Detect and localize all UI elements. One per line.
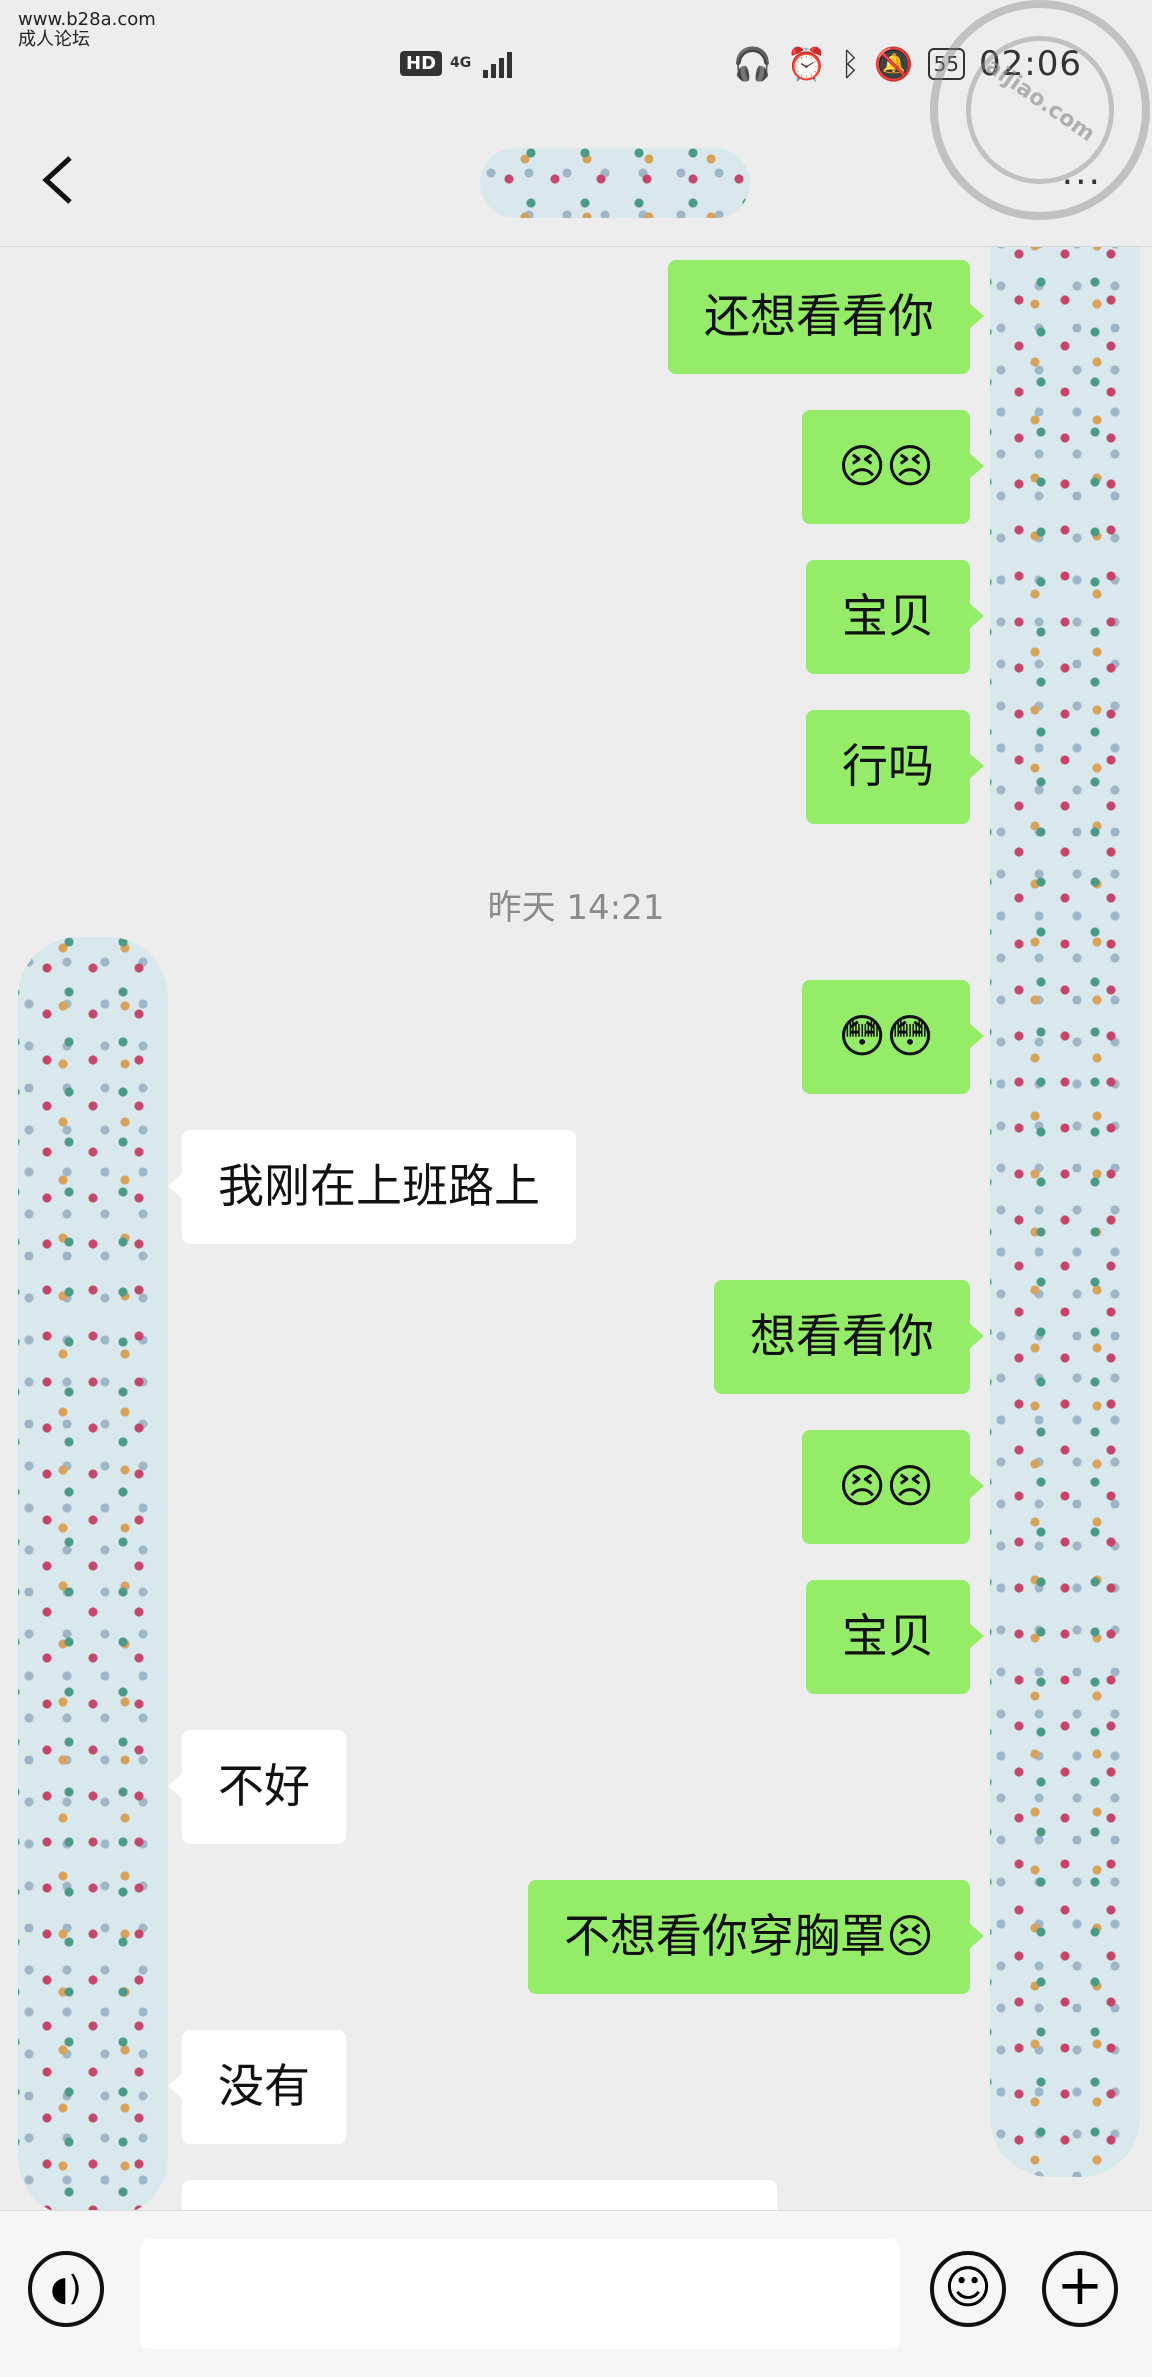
hd-badge: HD <box>400 50 443 76</box>
message-bubble[interactable]: 没有 <box>168 2030 346 2144</box>
plus-icon[interactable]: + <box>1042 2251 1118 2327</box>
message-bubble[interactable]: 我刚在上班路上 <box>168 1130 576 1244</box>
message-bubble[interactable]: 😣😣 <box>802 410 984 524</box>
voice-icon[interactable]: ◖) <box>28 2251 104 2327</box>
alarm-icon: ⏰ <box>786 45 827 83</box>
time-divider: 昨天 14:21 <box>487 888 665 928</box>
network-label: 4G <box>450 55 472 71</box>
headphones-icon: 🎧 <box>732 45 773 83</box>
back-button[interactable] <box>32 150 92 210</box>
message-bubble-partial[interactable] <box>182 2180 777 2210</box>
avatar-column-redacted <box>18 937 168 2210</box>
bluetooth-icon: ᛒ <box>840 45 860 83</box>
message-list[interactable]: 还想看看你 😣😣 宝贝 行吗 昨天 14:21 😳😳 我刚在上班路上 想看看你 … <box>0 247 1152 2210</box>
contact-name-redacted <box>480 148 750 218</box>
message-bubble[interactable]: 宝贝 <box>806 1580 984 1694</box>
watermark-caption: 成人论坛 <box>18 29 90 50</box>
watermark-site: www.b28a.com 成人论坛 <box>18 10 156 50</box>
emoji-icon[interactable]: ☺ <box>930 2251 1006 2327</box>
mute-icon: 🔕 <box>873 45 914 83</box>
watermark-url: www.b28a.com <box>18 9 156 30</box>
message-input[interactable] <box>140 2239 900 2349</box>
message-bubble[interactable]: 不想看你穿胸罩😣 <box>528 1880 984 1994</box>
message-bubble[interactable]: 还想看看你 <box>668 260 984 374</box>
message-bubble[interactable]: 行吗 <box>806 710 984 824</box>
avatar-column-redacted <box>990 247 1140 2177</box>
chevron-left-icon <box>42 156 72 204</box>
signal-icon <box>483 48 513 78</box>
network-indicators: HD 4G <box>400 48 513 78</box>
message-bubble[interactable]: 不好 <box>168 1730 346 1844</box>
watermark-stamp: aijiao.com <box>930 0 1150 220</box>
message-bubble[interactable]: 😳😳 <box>802 980 984 1094</box>
input-bar: ◖) ☺ + <box>0 2210 1152 2377</box>
message-bubble[interactable]: 😣😣 <box>802 1430 984 1544</box>
message-bubble[interactable]: 宝贝 <box>806 560 984 674</box>
message-bubble[interactable]: 想看看你 <box>714 1280 984 1394</box>
